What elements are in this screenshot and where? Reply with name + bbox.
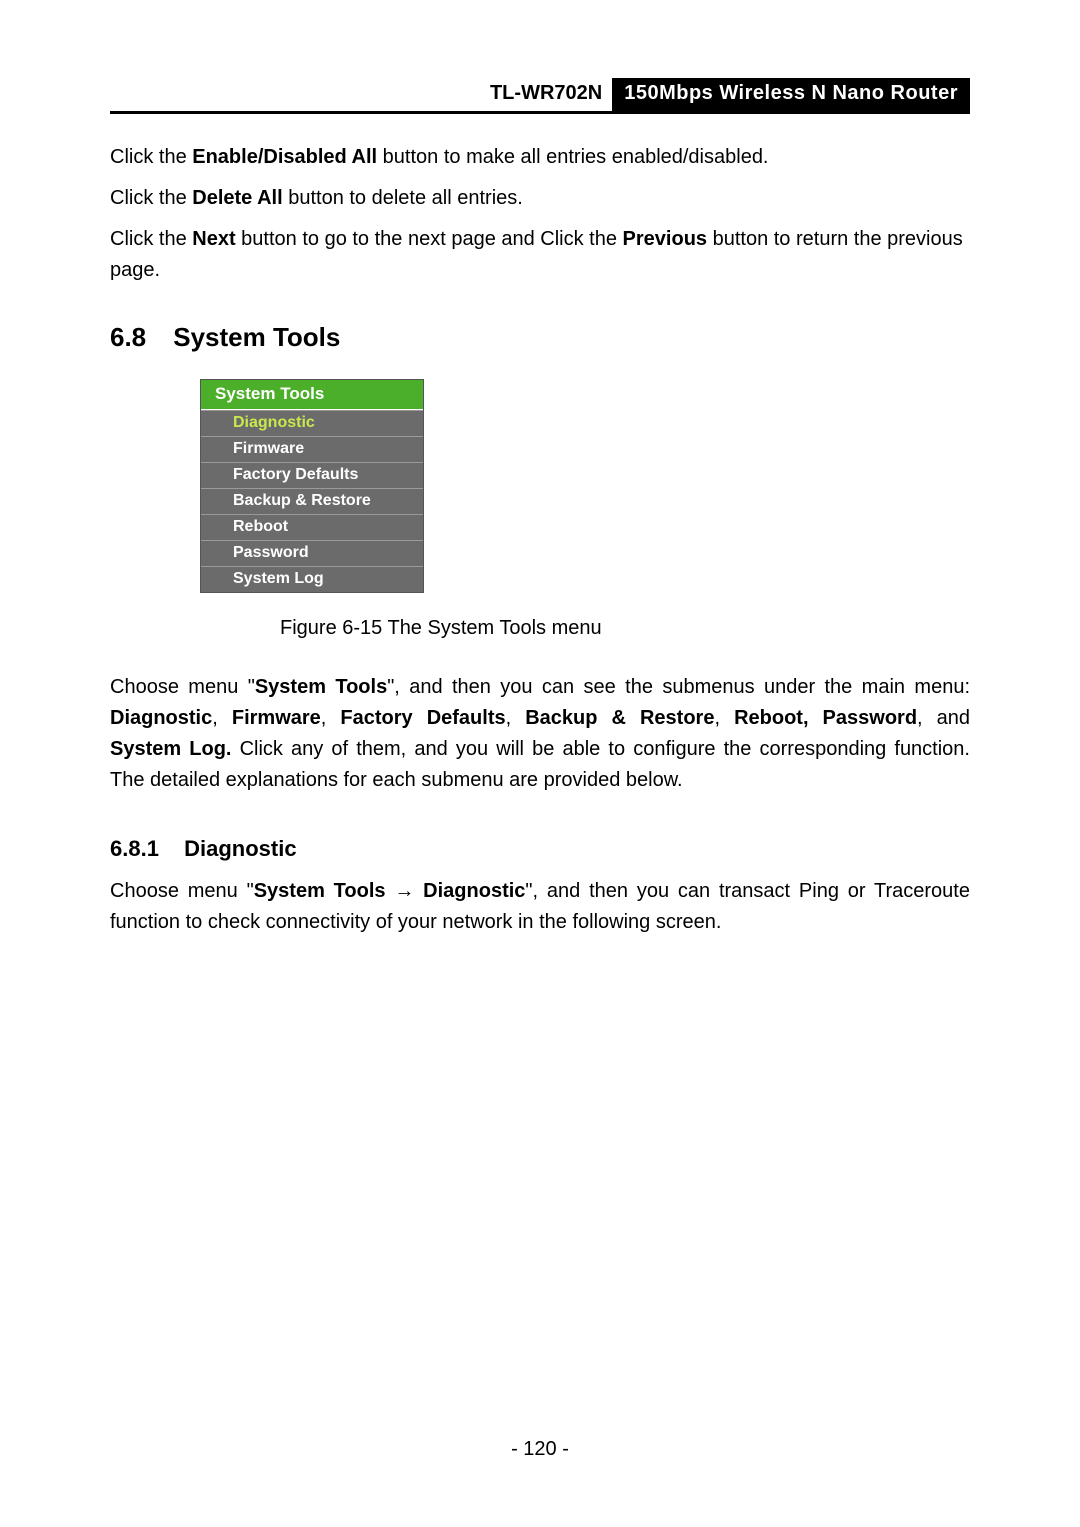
section-title: System Tools <box>173 322 340 352</box>
menu-item-reboot[interactable]: Reboot <box>201 514 423 540</box>
system-tools-menu: System Tools Diagnostic Firmware Factory… <box>200 379 424 593</box>
menu-figure: System Tools Diagnostic Firmware Factory… <box>200 379 970 640</box>
choose-menu-paragraph: Choose menu "System Tools", and then you… <box>110 672 970 796</box>
intro-paragraphs: Click the Enable/Disabled All button to … <box>110 142 970 286</box>
doc-header: TL-WR702N 150Mbps Wireless N Nano Router <box>110 78 970 114</box>
section-number: 6.8 <box>110 322 166 353</box>
intro-p1: Click the Enable/Disabled All button to … <box>110 142 970 173</box>
model-desc: 150Mbps Wireless N Nano Router <box>612 78 970 111</box>
menu-item-backup-restore[interactable]: Backup & Restore <box>201 488 423 514</box>
menu-item-firmware[interactable]: Firmware <box>201 436 423 462</box>
figure-caption: Figure 6-15 The System Tools menu <box>280 617 970 640</box>
menu-item-diagnostic[interactable]: Diagnostic <box>201 410 423 436</box>
menu-item-password[interactable]: Password <box>201 540 423 566</box>
diagnostic-paragraph: Choose menu "System Tools → Diagnostic",… <box>110 876 970 938</box>
sub-title: Diagnostic <box>184 836 296 861</box>
menu-item-factory-defaults[interactable]: Factory Defaults <box>201 462 423 488</box>
menu-header: System Tools <box>201 380 423 410</box>
menu-item-system-log[interactable]: System Log <box>201 566 423 592</box>
intro-p3: Click the Next button to go to the next … <box>110 224 970 286</box>
section-heading-6-8: 6.8 System Tools <box>110 322 970 353</box>
model-label: TL-WR702N <box>480 80 612 109</box>
page-number: - 120 - <box>0 1438 1080 1461</box>
intro-p2: Click the Delete All button to delete al… <box>110 183 970 214</box>
subheading-6-8-1: 6.8.1 Diagnostic <box>110 836 970 862</box>
sub-number: 6.8.1 <box>110 836 178 862</box>
